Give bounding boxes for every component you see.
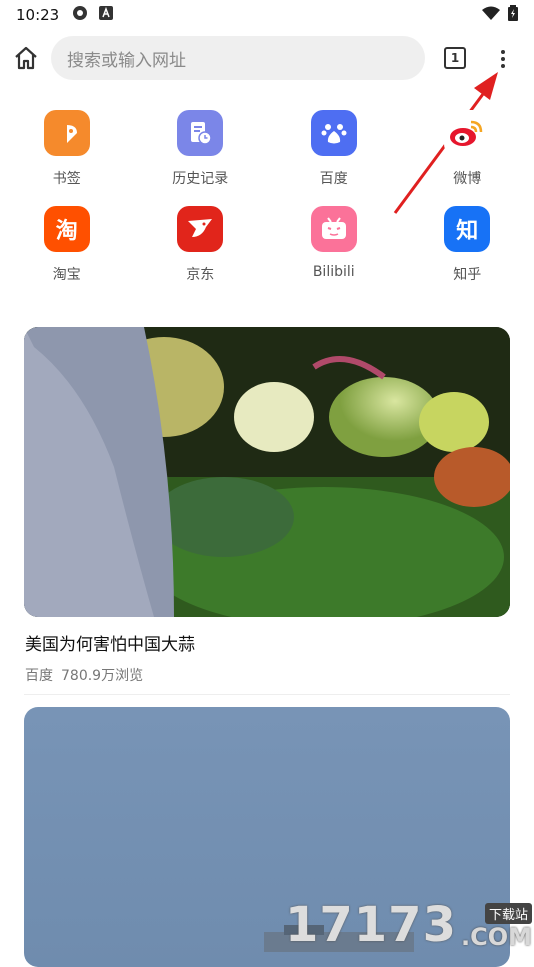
weibo-icon (444, 110, 490, 156)
shortcut-label: 历史记录 (172, 168, 228, 188)
shortcut-label: 知乎 (453, 264, 481, 284)
shortcut-label: 微博 (453, 168, 481, 188)
feed-image-vegetables (24, 327, 510, 617)
taobao-icon: 淘 (44, 206, 90, 252)
search-input[interactable]: 搜索或输入网址 (51, 36, 425, 80)
watermark-tag: 下载站 (485, 903, 532, 924)
tab-count: 1 (451, 51, 459, 65)
jd-icon (177, 206, 223, 252)
settings-status-icon (71, 4, 89, 26)
home-button[interactable] (12, 44, 40, 72)
feed-source: 百度 (25, 665, 53, 685)
shortcut-jd[interactable]: 京东 (134, 206, 268, 284)
status-time: 10:23 (16, 6, 59, 24)
tab-switcher-button[interactable]: 1 (444, 47, 466, 69)
battery-icon (508, 5, 518, 25)
feed-title[interactable]: 美国为何害怕中国大蒜 (25, 630, 195, 655)
shortcut-label: 淘宝 (53, 264, 81, 284)
site-watermark: 17173 下载站 .COM (302, 890, 532, 950)
shortcut-grid: 书签 历史记录 百度 微博 淘 淘宝 京东 Bilibili (0, 110, 534, 284)
more-menu-button[interactable] (492, 44, 514, 74)
shortcut-zhihu[interactable]: 知 知乎 (401, 206, 534, 284)
shortcut-bilibili[interactable]: Bilibili (267, 206, 401, 284)
watermark-number: 17173 (285, 900, 457, 950)
baidu-icon (311, 110, 357, 156)
shortcut-bookmarks[interactable]: 书签 (0, 110, 134, 188)
watermark-domain: .COM (461, 924, 532, 950)
shortcut-weibo[interactable]: 微博 (401, 110, 534, 188)
wifi-icon (482, 6, 500, 24)
search-placeholder: 搜索或输入网址 (67, 46, 186, 71)
shortcut-label: 百度 (320, 168, 348, 188)
app-status-icon (99, 6, 113, 24)
bilibili-icon (311, 206, 357, 252)
feed-card-image[interactable] (24, 327, 510, 617)
shortcut-baidu[interactable]: 百度 (267, 110, 401, 188)
feed-meta: 百度 780.9万浏览 (25, 665, 143, 685)
zhihu-glyph: 知 (456, 213, 478, 245)
zhihu-icon: 知 (444, 206, 490, 252)
feed-divider (24, 694, 510, 695)
shortcut-label: 京东 (186, 264, 214, 284)
browser-toolbar: 搜索或输入网址 1 (0, 36, 534, 80)
shortcut-history[interactable]: 历史记录 (134, 110, 268, 188)
history-icon (177, 110, 223, 156)
feed-views: 780.9万浏览 (61, 665, 143, 685)
more-vertical-icon (501, 50, 505, 54)
status-bar: 10:23 (0, 0, 534, 30)
home-icon (13, 45, 39, 71)
bookmark-icon (44, 110, 90, 156)
shortcut-label: Bilibili (313, 264, 355, 280)
shortcut-label: 书签 (53, 168, 81, 188)
taobao-glyph: 淘 (56, 213, 78, 245)
shortcut-taobao[interactable]: 淘 淘宝 (0, 206, 134, 284)
